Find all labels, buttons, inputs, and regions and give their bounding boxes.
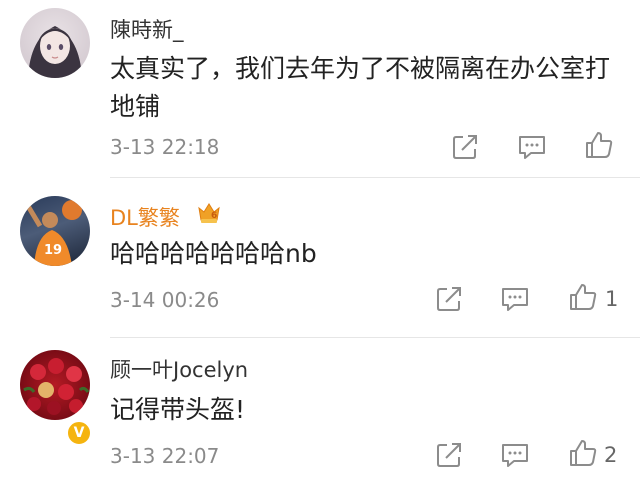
avatar[interactable]: 19	[20, 196, 90, 266]
avatar[interactable]	[20, 350, 90, 420]
share-icon[interactable]	[434, 284, 464, 314]
thumbs-up-icon[interactable]	[584, 130, 614, 160]
comment-text: 太真实了，我们去年为了不被隔离在办公室打地铺	[110, 54, 611, 121]
comment-username[interactable]: DL繁繁	[110, 202, 180, 232]
comment-timestamp: 3-14 00:26	[110, 288, 220, 312]
comment-timestamp: 3-13 22:18	[110, 135, 220, 159]
comment-username[interactable]: 陳時新_	[110, 14, 184, 44]
thumbs-up-icon[interactable]	[568, 438, 598, 468]
vip-crown-icon: 6	[196, 200, 222, 224]
like-count: 1	[605, 287, 619, 311]
comment-icon[interactable]	[517, 132, 547, 162]
vip-level: 6	[211, 211, 217, 221]
thumbs-up-icon[interactable]	[568, 282, 598, 312]
like-count: 2	[604, 443, 618, 467]
avatar[interactable]	[20, 8, 90, 78]
comment-item: 陳時新_ 太真实了，我们去年为了不被隔离在办公室打地铺 3-13 22:18	[0, 0, 640, 178]
comment-text: 哈哈哈哈哈哈哈nb	[110, 239, 317, 268]
comment-timestamp: 3-13 22:07	[110, 444, 220, 468]
share-icon[interactable]	[434, 440, 464, 470]
comment-item: 顾一叶Jocelyn 记得带头盔! 3-13 22:07 2	[0, 338, 640, 492]
jersey-number: 19	[44, 243, 62, 258]
comment-icon[interactable]	[500, 284, 530, 314]
comment-username[interactable]: 顾一叶Jocelyn	[110, 354, 248, 384]
comment-item: 19 V DL繁繁 6 哈哈哈哈哈哈哈nb 3-14 00:26 1	[0, 178, 640, 446]
comment-text: 记得带头盔!	[110, 395, 246, 424]
comment-icon[interactable]	[500, 440, 530, 470]
share-icon[interactable]	[450, 132, 480, 162]
